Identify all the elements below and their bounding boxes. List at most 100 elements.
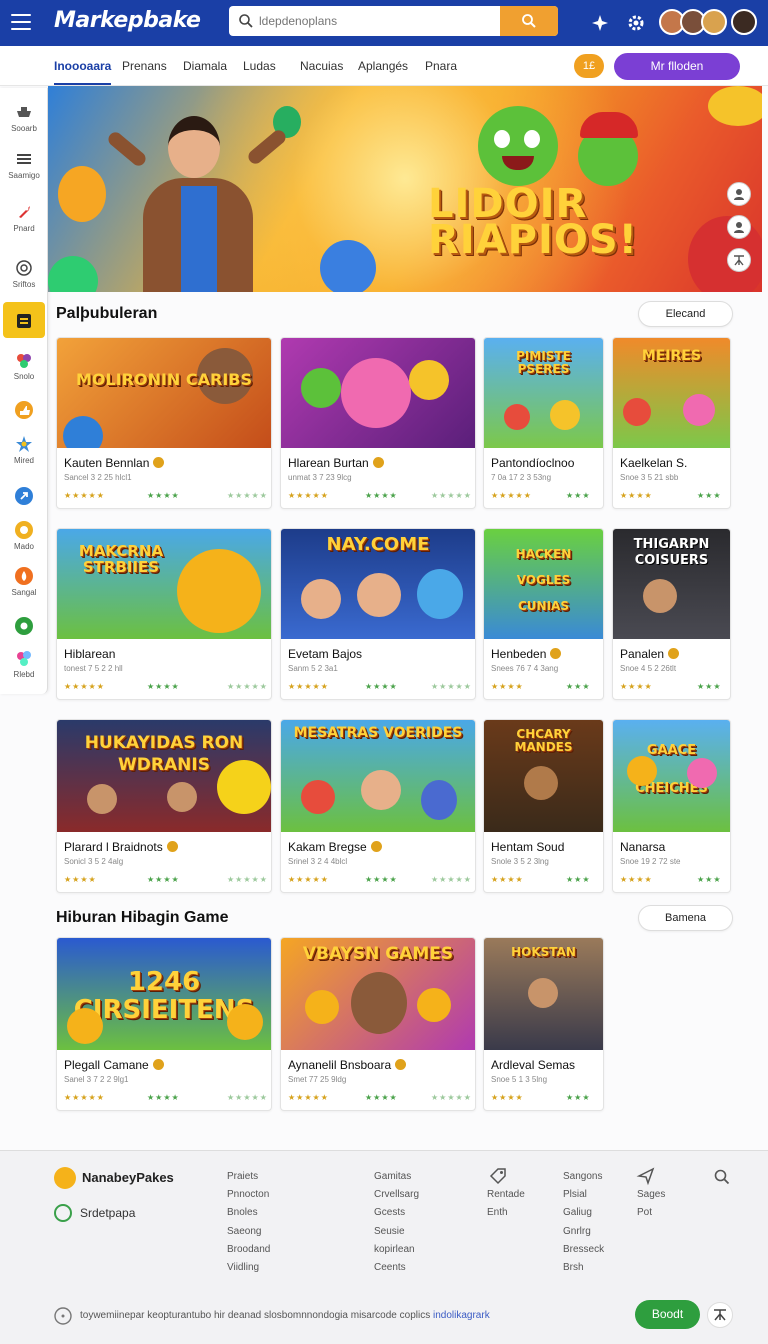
user-icon[interactable] bbox=[727, 182, 751, 206]
game-card[interactable]: CHCARY MANDES Hentam Soud Snole 3 5 2 3l… bbox=[483, 719, 604, 893]
footer-link[interactable]: Plsial bbox=[563, 1186, 604, 1204]
game-card[interactable]: HUKAYIDAS RON WDRANIS Plarard l Braidnot… bbox=[56, 719, 272, 893]
send-icon[interactable] bbox=[635, 1165, 657, 1187]
search-icon[interactable] bbox=[711, 1166, 733, 1188]
chat-icon bbox=[15, 617, 33, 635]
tab-6[interactable]: Aplangés bbox=[358, 59, 408, 73]
sidebar-item-2[interactable]: Saamigo bbox=[0, 145, 48, 189]
game-card[interactable]: PIMISTE PSERES Pantondíoclnoo 7 0a 17 2 … bbox=[483, 337, 604, 509]
app-logo[interactable]: Markepbake bbox=[54, 8, 201, 33]
menu-icon[interactable] bbox=[11, 14, 31, 30]
avatar[interactable] bbox=[731, 9, 757, 35]
game-card[interactable]: THIGARPN COISUERS Panalen Snoe 4 5 2 26t… bbox=[612, 528, 731, 700]
game-card[interactable]: MESATRAS VOERIDES Kakam Bregse Srinel 3 … bbox=[280, 719, 476, 893]
rating-stars-tertiary: ★★★★★ bbox=[227, 491, 268, 500]
footer-link[interactable]: Galiug bbox=[563, 1204, 604, 1222]
game-card[interactable]: MOLIRONIN CARIBS Kauten Bennlan Sancel 3… bbox=[56, 337, 272, 509]
rating-stars: ★★★★ bbox=[620, 875, 653, 884]
game-card[interactable]: Hlarean Burtan unmat 3 7 23 9lcg ★★★★★ ★… bbox=[280, 337, 476, 509]
game-card[interactable]: 1246 CIRSIEITENS Plegall Camane Sanel 3 … bbox=[56, 937, 272, 1111]
thumbnail-title: THIGARPN COISUERS bbox=[633, 537, 710, 568]
footer-link[interactable]: Pnnocton bbox=[227, 1186, 270, 1204]
thumbnail-title: HOKSTAN bbox=[511, 945, 576, 959]
coin-badge[interactable]: 1£ bbox=[574, 54, 604, 78]
sidebar-item-3[interactable]: Pnard bbox=[0, 198, 48, 242]
game-card[interactable]: GAACE CHEICHES Nanarsa Snoe 19 2 72 ste … bbox=[612, 719, 731, 893]
sidebar-item-13[interactable]: Rlebd bbox=[0, 644, 48, 688]
sidebar-item-label: Mado bbox=[13, 542, 34, 551]
footer-link[interactable]: Sages bbox=[637, 1186, 665, 1204]
tab-home[interactable]: Inoooaara bbox=[54, 59, 112, 85]
footer-link[interactable]: Viidling bbox=[227, 1259, 270, 1277]
game-card[interactable]: VBAYSN GAMES Aynanelil Bnsboara Smet 77 … bbox=[280, 937, 476, 1111]
tab-3[interactable]: Diamala bbox=[183, 59, 227, 73]
game-thumbnail: PIMISTE PSERES bbox=[484, 338, 603, 448]
game-title: Pantondíoclnoo bbox=[491, 456, 575, 470]
translate-icon[interactable] bbox=[727, 248, 751, 272]
search-input[interactable] bbox=[259, 6, 494, 36]
translate-icon[interactable] bbox=[707, 1302, 733, 1328]
footer-link[interactable]: Bnoles bbox=[227, 1204, 270, 1222]
footer-link[interactable]: Gcests bbox=[374, 1204, 419, 1222]
section-button[interactable]: Bamena bbox=[638, 905, 733, 931]
footer-link[interactable]: Broodand bbox=[227, 1241, 270, 1259]
sidebar-item-10[interactable]: Mado bbox=[0, 516, 48, 560]
rating-stars-secondary: ★★★ bbox=[566, 682, 591, 691]
footer-brand[interactable]: NanabeyPakes bbox=[82, 1170, 174, 1185]
footer-link[interactable]: Ceents bbox=[374, 1259, 419, 1277]
tab-5[interactable]: Nacuias bbox=[300, 59, 343, 73]
footer-link[interactable]: Enth bbox=[487, 1204, 525, 1222]
search-button[interactable] bbox=[500, 6, 558, 36]
avatar[interactable] bbox=[701, 9, 727, 35]
footer-link[interactable]: Gnrlrg bbox=[563, 1223, 604, 1241]
footer-link[interactable]: Brsh bbox=[563, 1259, 604, 1277]
game-thumbnail: MESATRAS VOERIDES bbox=[281, 720, 475, 832]
tab-2[interactable]: Prenans bbox=[122, 59, 167, 73]
verified-icon bbox=[152, 1059, 164, 1070]
sidebar-item-5[interactable] bbox=[0, 300, 48, 344]
sparkle-icon[interactable] bbox=[590, 13, 610, 33]
sidebar-item-8[interactable]: Mired bbox=[0, 430, 48, 474]
footer-link[interactable]: Rentade bbox=[487, 1186, 525, 1204]
thumbnail-title: MOLIRONIN CARIBS bbox=[75, 370, 252, 389]
sidebar-item-4[interactable]: Sriftos bbox=[0, 254, 48, 298]
section-button[interactable]: Elecand bbox=[638, 301, 733, 327]
footer-bottom-text: toywemiinepar keopturantubo hir deanad s… bbox=[80, 1310, 490, 1321]
cta-button[interactable]: Mr flloden bbox=[614, 53, 740, 80]
footer-link[interactable]: Crvellsarg bbox=[374, 1186, 419, 1204]
game-thumbnail: MAKCRNA STRBIIES bbox=[57, 529, 271, 639]
footer-bottom-link[interactable]: indolikagrark bbox=[433, 1310, 490, 1321]
footer-link[interactable]: Seusie bbox=[374, 1223, 419, 1241]
game-card[interactable]: HACKEN VOGLES CUNIAS Henbeden Snees 76 7… bbox=[483, 528, 604, 700]
sidebar-item-11[interactable]: Sangal bbox=[0, 562, 48, 606]
game-thumbnail: HOKSTAN bbox=[484, 938, 603, 1050]
sidebar-item-1[interactable]: Sooarb bbox=[0, 98, 48, 142]
game-subtitle: unmat 3 7 23 9lcg bbox=[288, 473, 352, 482]
rating-stars: ★★★★★ bbox=[288, 875, 329, 884]
hero-banner[interactable]: LIDOIR RIAPIOS! bbox=[48, 86, 762, 292]
game-card[interactable]: NAY.COME Evetam Bajos Sanm 5 2 3a1 ★★★★★… bbox=[280, 528, 476, 700]
footer-link[interactable]: Bresseck bbox=[563, 1241, 604, 1259]
footer-link[interactable]: Praiets bbox=[227, 1168, 270, 1186]
footer-link[interactable]: Pot bbox=[637, 1204, 665, 1222]
footer-link[interactable]: Gamitas bbox=[374, 1168, 419, 1186]
tab-7[interactable]: Pnara bbox=[425, 59, 457, 73]
game-card[interactable]: MEIRES Kaelkelan S. Snoe 3 5 21 sbb ★★★★… bbox=[612, 337, 731, 509]
game-subtitle: Smet 77 25 9ldg bbox=[288, 1075, 347, 1084]
tab-4[interactable]: Ludas bbox=[243, 59, 276, 73]
footer-link[interactable]: Sangons bbox=[563, 1168, 604, 1186]
profile-icon[interactable] bbox=[727, 215, 751, 239]
game-card[interactable]: HOKSTAN Ardleval Semas Snoe 5 1 3 5lng ★… bbox=[483, 937, 604, 1111]
hero-mascot-small bbox=[578, 112, 638, 186]
radio-button[interactable] bbox=[54, 1204, 72, 1222]
footer-link[interactable]: kopirlean bbox=[374, 1241, 419, 1259]
tag-icon[interactable] bbox=[487, 1165, 509, 1187]
footer-link[interactable]: Saeong bbox=[227, 1223, 270, 1241]
gear-icon[interactable] bbox=[626, 13, 646, 33]
footer-action-button[interactable]: Boodt bbox=[635, 1300, 700, 1329]
game-title: Ardleval Semas bbox=[491, 1058, 576, 1072]
sidebar-item-6[interactable]: Snolo bbox=[0, 346, 48, 390]
game-card[interactable]: MAKCRNA STRBIIES Hiblarean tonest 7 5 2 … bbox=[56, 528, 272, 700]
search-icon bbox=[239, 14, 253, 28]
game-thumbnail: MEIRES bbox=[613, 338, 730, 448]
